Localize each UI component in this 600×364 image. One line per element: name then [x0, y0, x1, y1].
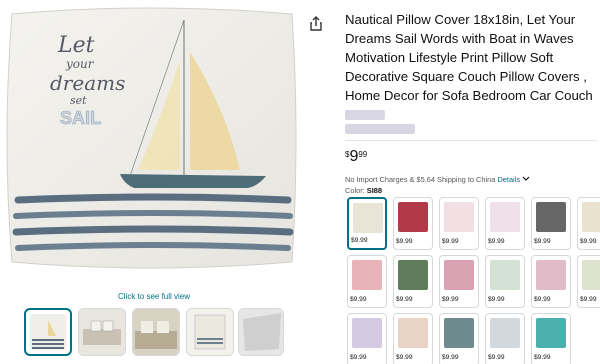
share-button[interactable]: [306, 14, 326, 34]
price-cents: 99: [358, 150, 368, 159]
swatch-image: [398, 202, 428, 232]
swatch-image: [582, 260, 600, 290]
swatch-image: [398, 318, 428, 348]
color-swatch[interactable]: $9.99: [347, 197, 387, 250]
thumbnail-sofa-image: [79, 309, 125, 355]
color-swatch[interactable]: $9.99: [485, 313, 525, 364]
color-swatch[interactable]: $9.99: [485, 197, 525, 250]
swatch-image: [490, 260, 520, 290]
price-currency: $: [345, 150, 350, 159]
color-swatch[interactable]: $9.99: [531, 313, 571, 364]
share-icon: [310, 16, 322, 31]
details-link[interactable]: Details: [497, 175, 520, 184]
swatch-price: $9.99: [396, 354, 413, 361]
color-swatch[interactable]: $9.99: [393, 313, 433, 364]
swatch-image: [536, 260, 566, 290]
pillow-text-sail: SAIL: [60, 108, 101, 128]
swatch-price: $9.99: [534, 354, 551, 361]
color-swatch[interactable]: $9.99: [439, 197, 479, 250]
swatch-price: $9.99: [488, 238, 505, 245]
color-swatch[interactable]: $9.99: [485, 255, 525, 308]
redacted-rating: [345, 124, 415, 134]
shipping-charges: No Import Charges & $5.64 Shipping to Ch…: [345, 175, 530, 184]
color-swatch[interactable]: $9.99: [531, 197, 571, 250]
swatch-price: $9.99: [534, 296, 551, 303]
swatch-price: $9.99: [488, 354, 505, 361]
swatch-price: $9.99: [442, 354, 459, 361]
color-swatch[interactable]: $9.99: [577, 255, 600, 308]
charges-text: No Import Charges & $5.64 Shipping to Ch…: [345, 175, 496, 184]
swatch-image: [444, 318, 474, 348]
color-swatch[interactable]: $9.99: [347, 313, 387, 364]
swatch-price: $9.99: [534, 238, 551, 245]
color-swatch[interactable]: $9.99: [577, 197, 600, 250]
thumbnail-4[interactable]: [186, 308, 234, 356]
color-swatch[interactable]: $9.99: [393, 197, 433, 250]
thumbnail-3[interactable]: [132, 308, 180, 356]
price: $999: [345, 148, 367, 166]
swatch-image: [444, 260, 474, 290]
swatch-price: $9.99: [488, 296, 505, 303]
swatch-image: [352, 260, 382, 290]
main-product-image[interactable]: Let your dreams set SAIL: [0, 0, 318, 290]
pillow-text-let: Let: [57, 33, 95, 58]
swatch-image: [398, 260, 428, 290]
thumbnail-5[interactable]: [238, 308, 284, 356]
view-full-link[interactable]: Click to see full view: [118, 292, 190, 301]
redacted-store-link: [345, 110, 385, 120]
swatch-price: $9.99: [350, 354, 367, 361]
swatch-price: $9.99: [442, 238, 459, 245]
color-swatch[interactable]: $9.99: [393, 255, 433, 308]
thumbnail-2[interactable]: [78, 308, 126, 356]
divider: [345, 140, 597, 141]
color-label: Color:: [345, 186, 365, 195]
pillow-text-your: your: [65, 57, 95, 71]
color-swatch[interactable]: $9.99: [347, 255, 387, 308]
thumbnail-cover-image: [239, 309, 283, 355]
chevron-down-icon[interactable]: [522, 176, 530, 182]
color-value: SI88: [366, 186, 382, 195]
thumbnail-pillow-detail-image: [187, 309, 233, 355]
swatch-price: $9.99: [396, 296, 413, 303]
swatch-image: [536, 318, 566, 348]
pillow-text-set: set: [70, 94, 87, 107]
color-swatch[interactable]: $9.99: [439, 313, 479, 364]
thumbnail-1[interactable]: [24, 308, 72, 356]
color-swatch[interactable]: $9.99: [439, 255, 479, 308]
pillow-image: Let your dreams set SAIL: [6, 7, 297, 269]
swatch-price: $9.99: [580, 296, 597, 303]
thumbnail-strip: [24, 308, 284, 358]
swatch-price: $9.99: [351, 237, 368, 244]
product-title[interactable]: Nautical Pillow Cover 18x18in, Let Your …: [345, 10, 597, 105]
swatch-image: [490, 318, 520, 348]
thumbnail-couch-image: [133, 309, 179, 355]
swatch-price: $9.99: [442, 296, 459, 303]
color-swatch[interactable]: $9.99: [531, 255, 571, 308]
swatch-image: [536, 202, 566, 232]
color-label-row: Color: SI88: [345, 186, 382, 195]
swatch-price: $9.99: [350, 296, 367, 303]
thumbnail-pillow-image: [30, 314, 66, 350]
pillow-text-dreams: dreams: [50, 71, 125, 95]
swatch-price: $9.99: [580, 238, 597, 245]
color-swatch-grid: $9.99 $9.99 $9.99 $9.99 $9.99 $9.99 $9.99 $9.99…: [347, 197, 600, 364]
swatch-price: $9.99: [396, 238, 413, 245]
swatch-image: [353, 203, 383, 233]
swatch-image: [582, 202, 600, 232]
swatch-image: [352, 318, 382, 348]
swatch-image: [444, 202, 474, 232]
swatch-image: [490, 202, 520, 232]
